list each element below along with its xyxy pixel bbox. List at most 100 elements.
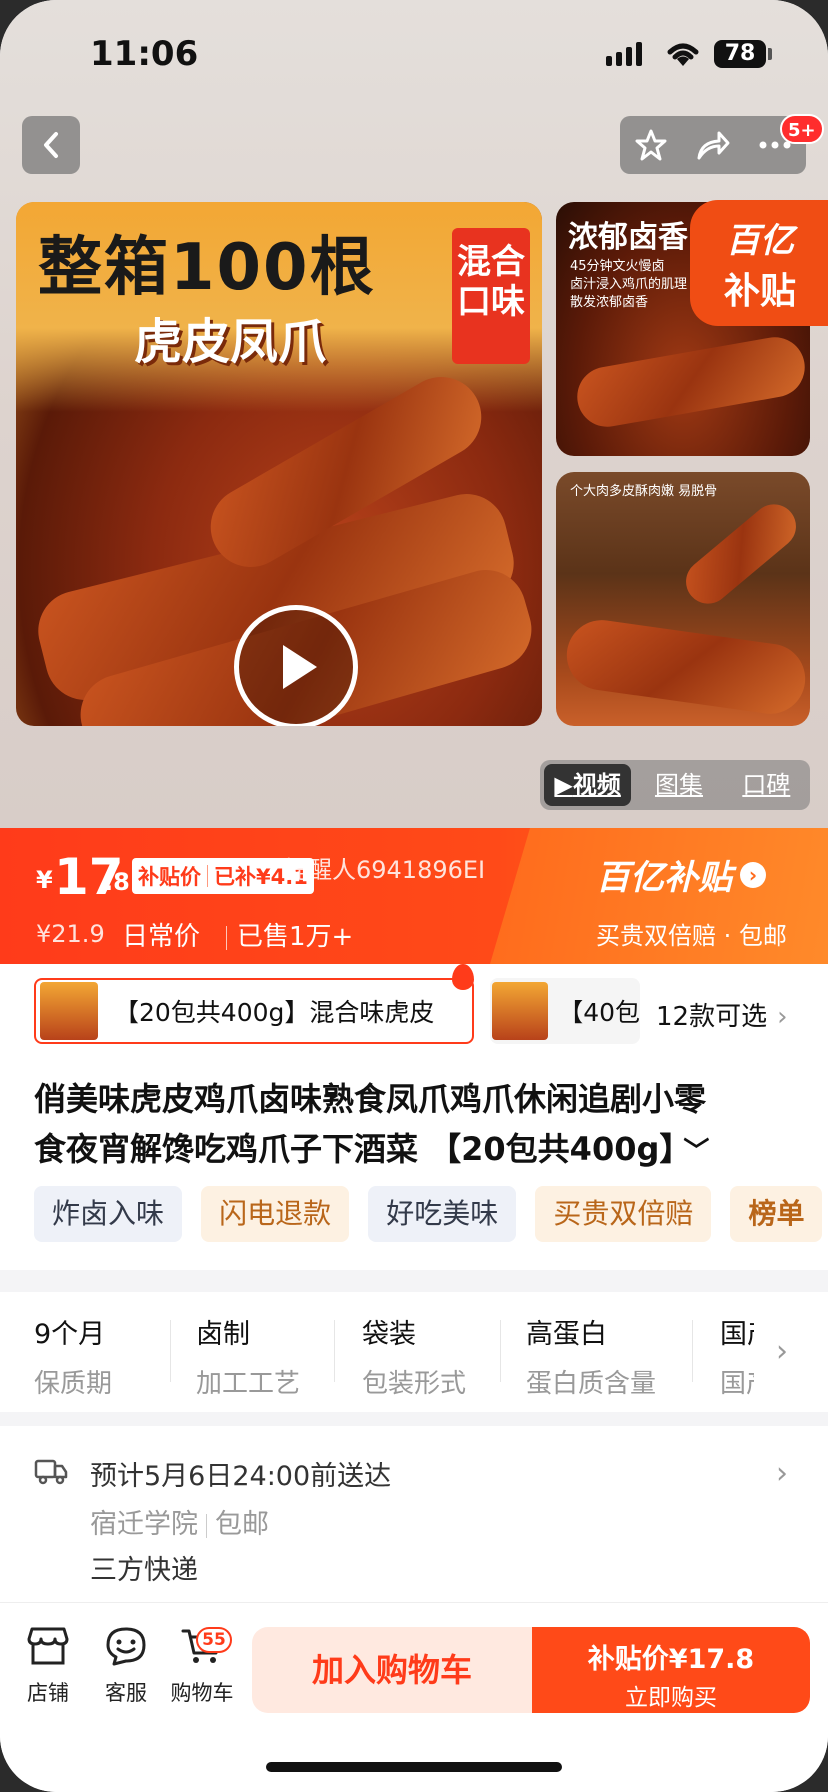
- subsidy-badge: 百亿 补贴: [690, 200, 828, 326]
- battery-tip: [768, 48, 772, 60]
- chicken-feet-illustration: [572, 332, 810, 432]
- original-price: ¥21.9: [36, 920, 105, 948]
- wifi-icon: [667, 43, 699, 66]
- param-key: 国产: [720, 1369, 754, 1399]
- thumbnail-title: 浓郁卤香: [568, 220, 688, 255]
- param-key: 包装形式: [362, 1369, 467, 1399]
- subsidy-brand-link[interactable]: 百亿补贴 ›: [596, 850, 766, 899]
- chicken-feet-illustration: [562, 615, 810, 719]
- shop-label: 店铺: [27, 1681, 69, 1705]
- subsidy-badge-line1: 百亿: [726, 220, 794, 261]
- share-icon[interactable]: [695, 128, 731, 162]
- tab-gallery[interactable]: 图集: [635, 760, 722, 810]
- chevron-right-icon: ›: [776, 1334, 788, 1369]
- image-title: 整箱100根: [38, 231, 376, 305]
- chicken-feet-illustration: [677, 495, 805, 613]
- divider: [206, 1513, 207, 1538]
- star-icon[interactable]: [634, 128, 668, 162]
- sku-option-label: 【40包: [558, 998, 640, 1027]
- price-currency: ¥: [36, 866, 53, 894]
- floating-reminder-text: 提醒人6941896EI: [284, 856, 486, 884]
- sku-selector: 【20包共400g】混合味虎皮 【40包 12款可选 ›: [0, 964, 828, 1064]
- main-product-image[interactable]: 整箱100根 虎皮凤爪 混合口味: [16, 202, 542, 726]
- message-badge: 5+: [780, 114, 824, 144]
- param-key: 加工工艺: [196, 1369, 301, 1399]
- buy-now-price: 补贴价¥17.8: [587, 1644, 755, 1675]
- divider: [170, 1320, 171, 1382]
- param-protein: 高蛋白 蛋白质含量: [526, 1312, 656, 1400]
- buy-now-button[interactable]: 补贴价¥17.8 立即购买: [532, 1627, 810, 1713]
- daily-price-label: 日常价: [122, 922, 201, 952]
- add-to-cart-button[interactable]: 加入购物车: [252, 1627, 532, 1713]
- top-actions: [620, 116, 806, 174]
- feature-tag[interactable]: 榜单: [730, 1186, 823, 1242]
- param-value: 9个月: [34, 1319, 106, 1350]
- divider: [692, 1320, 693, 1382]
- product-params[interactable]: 9个月 保质期 卤制 加工工艺 袋装 包装形式 高蛋白 蛋白质含量 国产 国产 …: [0, 1292, 828, 1412]
- chevron-right-icon: ›: [740, 861, 766, 888]
- truck-icon: [34, 1459, 68, 1485]
- param-key: 蛋白质含量: [526, 1369, 657, 1399]
- gallery-thumbnail[interactable]: 个大肉多皮酥肉嫩 易脱骨: [556, 472, 810, 726]
- cart-label: 购物车: [170, 1681, 234, 1705]
- subsidy-badge-line2: 补贴: [723, 270, 796, 312]
- sku-thumbnail: [492, 982, 549, 1040]
- chevron-left-icon: [44, 132, 58, 158]
- feature-tag[interactable]: 好吃美味: [368, 1186, 517, 1242]
- delivery-location: 宿迁学院 包邮: [90, 1509, 269, 1540]
- play-video-button[interactable]: [234, 605, 358, 726]
- price-decimal: .8: [104, 868, 130, 896]
- feature-tag[interactable]: 闪电退款: [201, 1186, 350, 1242]
- sku-option[interactable]: 【40包: [490, 978, 640, 1044]
- product-title[interactable]: 俏美味虎皮鸡爪卤味熟食凤爪鸡爪休闲追剧小零 食夜宵解馋吃鸡爪子下酒菜 【20包共…: [34, 1074, 804, 1177]
- param-shelf-life: 9个月 保质期: [34, 1312, 112, 1400]
- divider: [207, 865, 208, 887]
- sku-option-label: 【20包共400g】混合味虎皮: [114, 998, 435, 1027]
- customer-service-icon: [106, 1627, 146, 1666]
- chevron-right-icon: ›: [777, 1002, 788, 1032]
- chevron-down-icon: ﹀: [683, 1137, 710, 1167]
- customer-service-button[interactable]: 客服: [88, 1625, 164, 1707]
- sold-count: 已售1万+: [216, 916, 353, 953]
- customer-service-label: 客服: [105, 1681, 147, 1705]
- delivery-carrier: 三方快递: [90, 1555, 198, 1586]
- param-packaging: 袋装 包装形式: [362, 1312, 466, 1400]
- delivery-eta: 预计5月6日24:00前送达: [90, 1461, 392, 1492]
- divider: [226, 925, 227, 950]
- delivery-info[interactable]: 预计5月6日24:00前送达 宿迁学院 包邮 三方快递 ›: [0, 1426, 828, 1602]
- sku-more-button[interactable]: 12款可选 ›: [656, 996, 788, 1033]
- home-indicator[interactable]: [266, 1762, 562, 1772]
- battery-icon: 78: [714, 40, 766, 68]
- divider: [500, 1320, 501, 1382]
- price-banner: ¥ 17 .8 补贴价 已补¥4.1 提醒人6941896EI ¥21.9 日常…: [0, 828, 828, 964]
- product-gallery: 11:06 78 5+ 整箱100根 虎皮凤爪 混合口味 浓郁卤香 45分钟文火…: [0, 0, 828, 828]
- chevron-right-icon: ›: [776, 1456, 788, 1491]
- param-value: 袋装: [362, 1319, 416, 1350]
- param-key: 保质期: [34, 1369, 113, 1399]
- play-icon: [283, 645, 317, 689]
- tab-reviews[interactable]: 口碑: [723, 760, 810, 810]
- param-process: 卤制 加工工艺: [196, 1312, 300, 1400]
- param-value: 卤制: [196, 1319, 250, 1350]
- feature-tag[interactable]: 炸卤入味: [34, 1186, 183, 1242]
- thumbnail-caption: 个大肉多皮酥肉嫩 易脱骨: [570, 484, 718, 499]
- feature-tag[interactable]: 买贵双倍赔: [535, 1186, 712, 1242]
- cellular-signal-icon: [606, 42, 642, 66]
- section-divider: [0, 1270, 828, 1292]
- divider: [334, 1320, 335, 1382]
- status-bar: 11:06 78: [0, 0, 828, 110]
- shop-button[interactable]: 店铺: [10, 1625, 86, 1707]
- back-button[interactable]: [22, 116, 80, 174]
- subsidy-price-label: 补贴价: [138, 865, 201, 889]
- sku-option-selected[interactable]: 【20包共400g】混合味虎皮: [34, 978, 474, 1044]
- product-title-line: 俏美味虎皮鸡爪卤味熟食凤爪鸡爪休闲追剧小零: [34, 1080, 707, 1118]
- image-flavor-badge: 混合口味: [452, 228, 530, 364]
- param-origin: 国产 国产: [720, 1312, 754, 1400]
- buy-now-label: 立即购买: [625, 1685, 717, 1711]
- media-tabs: ▶视频 图集 口碑: [540, 760, 810, 810]
- param-value: 高蛋白: [526, 1319, 607, 1350]
- thumbnail-caption: 45分钟文火慢卤 卤汁浸入鸡爪的肌理 散发浓郁卤香: [570, 259, 688, 310]
- tab-video[interactable]: ▶视频: [544, 764, 632, 806]
- image-subtitle: 虎皮凤爪: [134, 314, 327, 370]
- param-value: 国产: [720, 1319, 754, 1350]
